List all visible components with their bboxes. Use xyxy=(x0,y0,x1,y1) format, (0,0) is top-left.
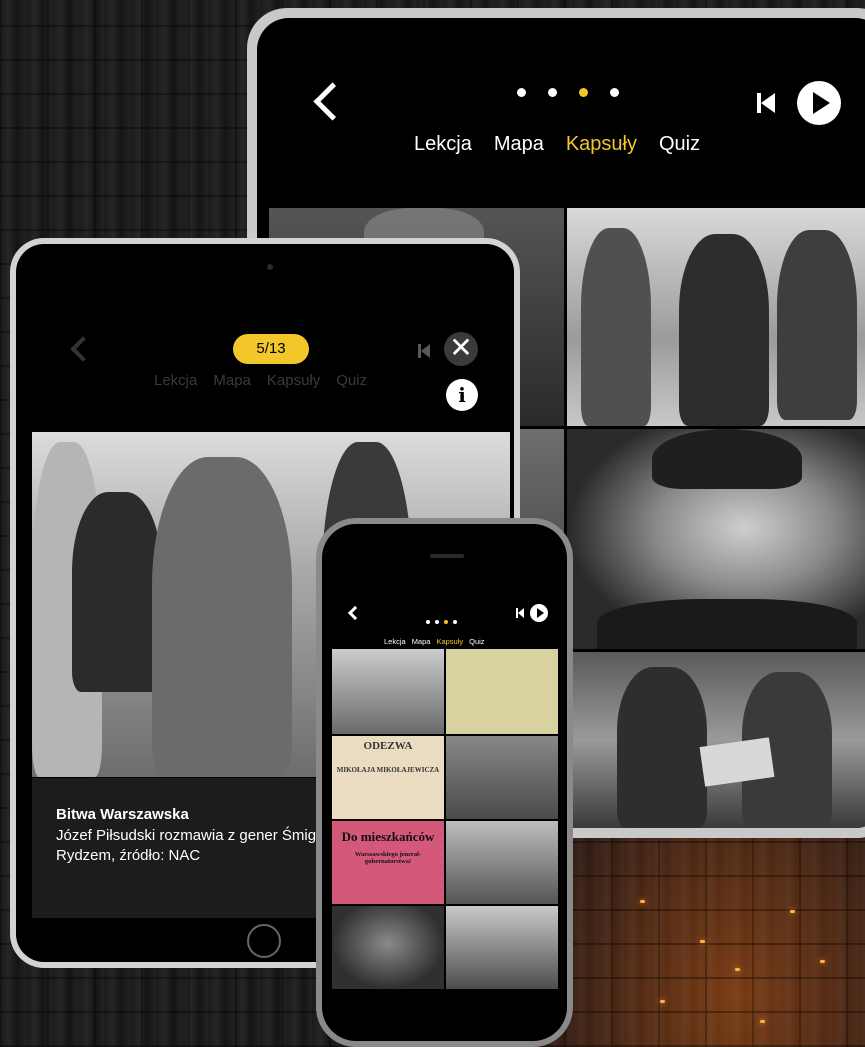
play-icon[interactable] xyxy=(530,604,548,622)
tab-lekcja[interactable]: Lekcja xyxy=(414,133,472,156)
tab-kapsuly[interactable]: Kapsuły xyxy=(267,372,320,389)
section-tabs: Lekcja Mapa Kapsuły Quiz xyxy=(384,637,485,646)
ember-spark xyxy=(640,900,645,903)
tab-kapsuly[interactable]: Kapsuły xyxy=(566,133,637,156)
page-indicator xyxy=(517,88,619,97)
page-dot[interactable] xyxy=(426,620,430,624)
caption-text: Józef Piłsudski rozmawia z gener Śmigłym… xyxy=(56,827,345,864)
previous-icon[interactable] xyxy=(757,93,775,113)
previous-icon[interactable] xyxy=(418,344,430,358)
capsule-photo-soldiers-reading[interactable] xyxy=(567,652,865,828)
poster-pink-subtitle: Warszawskiego jenerał-gubernatorstwa! xyxy=(354,851,422,865)
caption-title: Bitwa Warszawska xyxy=(56,806,189,823)
ember-spark xyxy=(790,910,795,913)
capsule-photo-portrait-man[interactable] xyxy=(567,429,865,649)
page-dot[interactable] xyxy=(453,620,457,624)
poster-title: ODEZWA xyxy=(363,740,413,752)
capsule-photo-officers[interactable] xyxy=(567,208,865,426)
capsule-photo-portrait-frame[interactable] xyxy=(332,906,444,989)
page-dot[interactable] xyxy=(610,88,619,97)
ember-spark xyxy=(820,960,825,963)
section-tabs: Lekcja Mapa Kapsuły Quiz xyxy=(414,133,700,156)
camera-dot xyxy=(267,264,273,270)
page-dot[interactable] xyxy=(548,88,557,97)
tab-lekcja[interactable]: Lekcja xyxy=(384,637,406,646)
tab-mapa[interactable]: Mapa xyxy=(412,637,431,646)
capsule-photo-street[interactable] xyxy=(332,649,444,734)
ember-spark xyxy=(760,1020,765,1023)
home-button[interactable] xyxy=(247,924,281,958)
tab-mapa[interactable]: Mapa xyxy=(213,372,251,389)
poster-name: MIKOŁAJA MIKOŁAJEWICZA xyxy=(336,766,440,774)
tab-quiz[interactable]: Quiz xyxy=(469,637,484,646)
page-dot[interactable] xyxy=(517,88,526,97)
capsule-photo-field[interactable] xyxy=(446,736,558,819)
previous-icon[interactable] xyxy=(516,608,524,618)
ember-spark xyxy=(735,968,740,971)
speaker-grille xyxy=(430,554,464,558)
back-icon[interactable] xyxy=(347,605,363,621)
capsule-poster-odezwa[interactable]: ODEZWA MIKOŁAJA MIKOŁAJEWICZA xyxy=(332,736,444,819)
poster-pink-title: Do mieszkańców xyxy=(341,829,435,844)
capsule-photo-crowd[interactable] xyxy=(446,906,558,989)
capsule-photo-parade[interactable] xyxy=(446,821,558,904)
page-indicator xyxy=(426,620,457,624)
tab-quiz[interactable]: Quiz xyxy=(659,133,700,156)
capsule-drawing[interactable] xyxy=(446,649,558,734)
close-icon[interactable]: ✕ xyxy=(444,332,478,366)
capsule-counter: 5/13 xyxy=(233,334,309,364)
page-dot[interactable] xyxy=(435,620,439,624)
play-icon[interactable] xyxy=(797,81,841,125)
tab-kapsuly[interactable]: Kapsuły xyxy=(436,637,463,646)
tab-mapa[interactable]: Mapa xyxy=(494,133,544,156)
smartphone-screen: Lekcja Mapa Kapsuły Quiz ODEZWA MIKOŁAJA… xyxy=(322,524,567,1041)
back-icon[interactable] xyxy=(70,336,96,362)
capsule-grid: ODEZWA MIKOŁAJA MIKOŁAJEWICZA Do mieszka… xyxy=(332,649,558,989)
page-dot-active[interactable] xyxy=(579,88,588,97)
ember-spark xyxy=(660,1000,665,1003)
page-dot-active[interactable] xyxy=(444,620,448,624)
ember-spark xyxy=(700,940,705,943)
tab-lekcja[interactable]: Lekcja xyxy=(154,372,197,389)
top-navigation: Lekcja Mapa Kapsuły Quiz xyxy=(257,18,865,203)
capsule-poster-pink[interactable]: Do mieszkańców Warszawskiego jenerał-gub… xyxy=(332,821,444,904)
section-tabs: Lekcja Mapa Kapsuły Quiz xyxy=(154,372,367,389)
smartphone: Lekcja Mapa Kapsuły Quiz ODEZWA MIKOŁAJA… xyxy=(316,518,573,1047)
tab-quiz[interactable]: Quiz xyxy=(336,372,367,389)
back-icon[interactable] xyxy=(313,82,352,121)
info-icon[interactable]: i xyxy=(446,379,478,411)
